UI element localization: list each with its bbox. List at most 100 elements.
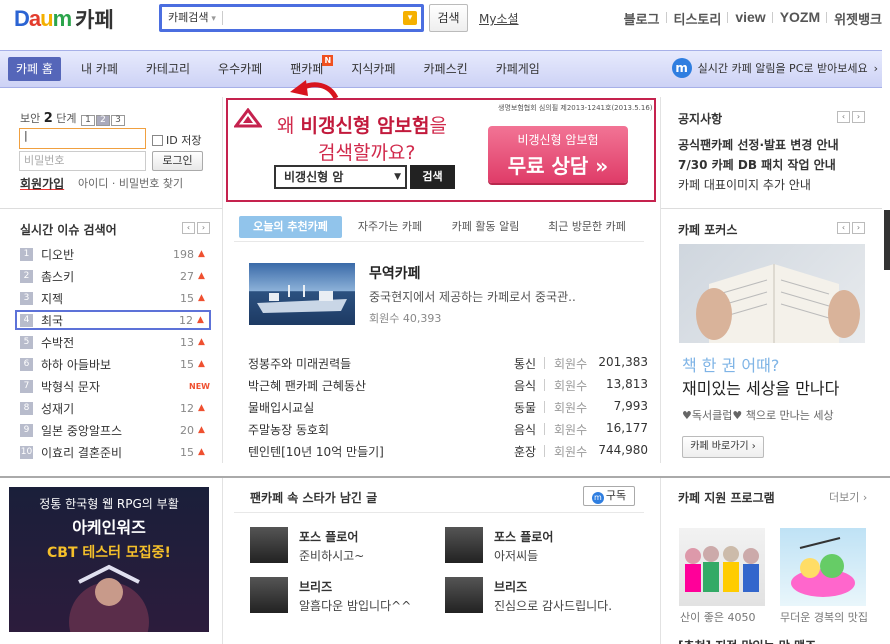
- widgetbank-link[interactable]: 위젯뱅크: [826, 9, 882, 28]
- ad-search-button[interactable]: 검색: [410, 165, 455, 189]
- star-message: 아저씨들: [494, 549, 539, 563]
- nav-promo-link[interactable]: m 실시간 카페 알림을 PC로 받아보세요 ›: [671, 58, 878, 78]
- nav-knowledge-cafe[interactable]: 지식카페: [337, 50, 409, 88]
- trend-up-icon: ▲: [198, 447, 205, 457]
- issue-count: 27: [180, 269, 194, 283]
- program-bottom-text[interactable]: [추천] 지적 맛있는 맛 맺조: [678, 637, 878, 644]
- search-input[interactable]: [222, 8, 403, 28]
- book-reading-image[interactable]: [679, 244, 865, 343]
- issue-item[interactable]: 3 지젝 15 ▲: [20, 288, 210, 308]
- hiking-group-image[interactable]: [679, 528, 765, 606]
- members-value: 16,177: [606, 421, 648, 435]
- security-level-1[interactable]: 1: [81, 115, 96, 126]
- yozm-link[interactable]: yozm: [771, 9, 820, 28]
- issue-item[interactable]: 8 성재기 12 ▲: [20, 398, 210, 418]
- view-link[interactable]: view: [727, 9, 766, 28]
- issue-next-button[interactable]: ›: [197, 222, 210, 234]
- notice-next-button[interactable]: ›: [852, 111, 865, 123]
- food-illustration-image[interactable]: [780, 528, 866, 606]
- focus-next-button[interactable]: ›: [852, 222, 865, 234]
- cafe-name[interactable]: 박근혜 팬카페 근혜동산: [248, 377, 366, 394]
- id-input[interactable]: |: [19, 128, 146, 149]
- focus-prev-button[interactable]: ‹: [837, 222, 850, 234]
- notice-item[interactable]: 공식팬카페 선정·발표 변경 안내: [678, 136, 839, 153]
- cafe-row[interactable]: 물배입시교실 동물 회원수 7,993: [248, 399, 648, 419]
- daum-cafe-logo[interactable]: Daum 카페: [14, 6, 114, 32]
- nav-cafe-game[interactable]: 카페게임: [482, 50, 554, 88]
- my-social-link[interactable]: My소셜: [479, 10, 519, 27]
- focus-headline[interactable]: 책 한 권 어때?: [682, 352, 779, 376]
- focus-pager: ‹ ›: [837, 222, 865, 234]
- issue-item[interactable]: 2 촘스키 27 ▲: [20, 266, 210, 286]
- logo-letter-u: u: [40, 6, 53, 31]
- notice-prev-button[interactable]: ‹: [837, 111, 850, 123]
- cafe-row[interactable]: 박근혜 팬카페 근혜동산 음식 회원수 13,813: [248, 377, 648, 397]
- issue-item[interactable]: 5 수박전 13 ▲: [20, 332, 210, 352]
- ad-consult-button[interactable]: 비갱신형 암보험 무료 상담 »: [488, 126, 628, 183]
- cafe-row[interactable]: 텐인텐[10년 10억 만들기] 훈장 회원수 744,980: [248, 443, 648, 463]
- program-more-link[interactable]: 더보기 ›: [829, 489, 867, 505]
- cafe-name[interactable]: 정봉주와 미래권력들: [248, 355, 351, 372]
- cafe-name[interactable]: 텐인텐[10년 10억 만들기]: [248, 443, 384, 460]
- issue-item[interactable]: 1 디오반 198 ▲: [20, 244, 210, 264]
- blog-link[interactable]: 블로그: [624, 9, 660, 28]
- issue-item[interactable]: 6 하하 아들바보 15 ▲: [20, 354, 210, 374]
- program-title: 카페 지원 프로그램: [678, 491, 775, 505]
- security-level-2[interactable]: 2: [96, 115, 111, 126]
- cafe-name[interactable]: 물배입시교실: [248, 399, 314, 416]
- divider: [234, 512, 644, 513]
- program-caption[interactable]: 무더운 경복의 맛집: [780, 611, 870, 624]
- tab-recent[interactable]: 최근 방문한 카페: [541, 216, 633, 238]
- security-level-3[interactable]: 3: [111, 115, 126, 126]
- join-link[interactable]: 회원가입: [20, 175, 64, 192]
- notice-item[interactable]: 카페 대표이미지 추가 안내: [678, 176, 811, 193]
- search-dropdown-icon[interactable]: ▾: [403, 11, 417, 25]
- trend-up-icon: ▲: [198, 249, 205, 259]
- issue-keyword: 일본 중앙알프스: [41, 423, 123, 438]
- tab-frequent[interactable]: 자주가는 카페: [350, 216, 430, 238]
- nav-cafe-home[interactable]: 카페 홈: [8, 57, 61, 81]
- ad-keyword-select[interactable]: 비갱신형 암: [274, 165, 407, 189]
- go-to-cafe-button[interactable]: 카페 바로가기 ›: [682, 436, 764, 458]
- password-input[interactable]: 비밀번호: [19, 151, 146, 171]
- mypeople-icon: m: [591, 492, 604, 504]
- insurer-logo-icon: [233, 107, 263, 128]
- issue-keyword: 박형식 문자: [41, 379, 101, 394]
- checkbox-icon[interactable]: [152, 134, 163, 146]
- cargo-ship-image[interactable]: [249, 263, 355, 325]
- page-edge-scroll-handle[interactable]: [884, 210, 890, 270]
- login-button[interactable]: 로그인: [152, 151, 203, 171]
- issue-count: 15: [180, 445, 194, 459]
- notice-item[interactable]: 7/30 카페 DB 패치 작업 안내: [678, 156, 836, 173]
- nav-category[interactable]: 카테고리: [132, 50, 204, 88]
- issue-prev-button[interactable]: ‹: [182, 222, 195, 234]
- tab-recommended[interactable]: 오늘의 추천카페: [239, 216, 342, 238]
- star-name: 브리즈: [299, 580, 333, 594]
- tistory-link[interactable]: 티스토리: [665, 9, 721, 28]
- cafe-row[interactable]: 정봉주와 미래권력들 통신 회원수 201,383: [248, 355, 648, 375]
- nav-my-cafe[interactable]: 내 카페: [67, 50, 132, 88]
- nav-best-cafe[interactable]: 우수카페: [204, 50, 276, 88]
- save-id-checkbox[interactable]: ID 저장: [152, 132, 201, 148]
- security-prefix: 보안: [20, 112, 41, 125]
- tab-activity[interactable]: 카페 활동 알림: [443, 216, 528, 238]
- program-caption[interactable]: 산이 좋은 4050: [680, 611, 755, 624]
- ad-headline-a: 왜: [277, 115, 301, 137]
- ad-cta-big: 무료 상담 »: [507, 154, 609, 178]
- game-ad-banner[interactable]: 정통 한국형 웹 RPG의 부활 아케인워즈 CBT 테스터 모집중!: [9, 487, 209, 632]
- cafe-row[interactable]: 주말농장 동호회 음식 회원수 16,177: [248, 421, 648, 441]
- cafe-name[interactable]: 주말농장 동호회: [248, 421, 329, 438]
- issue-count: 198: [173, 247, 194, 261]
- feature-cafe-title[interactable]: 무역카페: [369, 263, 421, 283]
- notice-pager: ‹ ›: [837, 111, 865, 123]
- subscribe-button[interactable]: m 구독: [583, 486, 635, 506]
- issue-item[interactable]: 7 박형식 문자 NEW: [20, 376, 210, 396]
- issue-item[interactable]: 10 이효리 결혼준비 15 ▲: [20, 442, 210, 462]
- issue-item[interactable]: 4 최국 12 ▲: [15, 310, 211, 330]
- search-button[interactable]: 검색: [429, 4, 468, 32]
- issue-item[interactable]: 9 일본 중앙알프스 20 ▲: [20, 420, 210, 440]
- find-account-link[interactable]: 아이디 · 비밀번호 찾기: [78, 175, 183, 191]
- cafe-category: 동물: [514, 401, 537, 415]
- search-scope-select[interactable]: 카페검색: [162, 11, 223, 25]
- nav-cafe-skin[interactable]: 카페스킨: [410, 50, 482, 88]
